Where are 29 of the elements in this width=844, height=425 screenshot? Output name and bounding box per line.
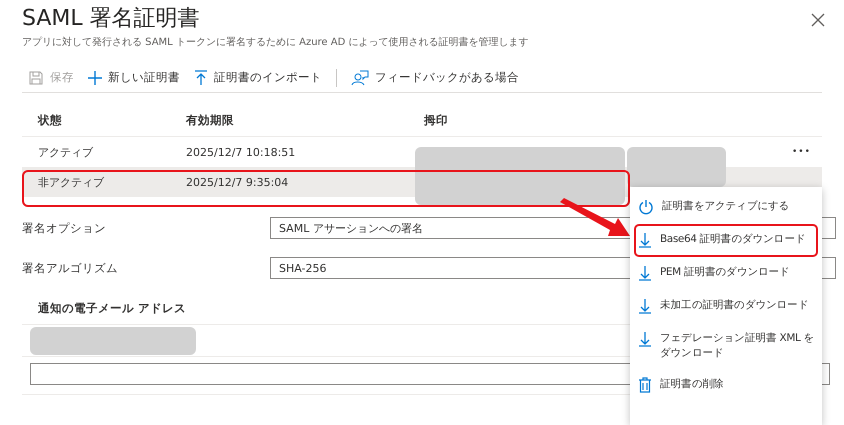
toolbar-button[interactable]: 証明書のインポート <box>194 70 322 86</box>
status-cell-text: 非アクティブ <box>38 174 106 190</box>
feedback-icon <box>351 70 369 86</box>
expiry-cell-text: 2025/12/7 10:18:51 <box>186 146 296 158</box>
download-icon <box>638 331 652 347</box>
toolbar-button[interactable]: フィードバックがある場合 <box>351 70 519 86</box>
menu-item[interactable]: フェデレーション証明書 XML をダウンロード <box>634 323 818 369</box>
trash-icon <box>638 377 652 393</box>
page-subtitle: アプリに対して発行される SAML トークンに署名するために Azure AD によって使用される証明書を管理します <box>22 36 530 49</box>
column-header: 有効期限 <box>186 113 235 128</box>
plus-icon <box>88 70 102 84</box>
menu-item[interactable]: 証明書の削除 <box>634 369 818 402</box>
table-row[interactable]: アクティブ 2025/12/7 10:18:51 ••• <box>22 137 822 167</box>
more-button[interactable]: ••• <box>792 147 822 157</box>
field-label: 署名アルゴリズム <box>22 260 119 276</box>
download-icon <box>638 265 652 281</box>
column-header: 状態 <box>38 113 63 128</box>
page-title: SAML 署名証明書 <box>22 5 200 33</box>
field-label: 署名オプション <box>22 220 107 236</box>
power-icon <box>638 199 654 215</box>
expiry-cell-text: 2025/12/7 9:35:04 <box>186 176 290 188</box>
toolbar-button[interactable]: 新しい証明書 <box>88 70 180 85</box>
status-cell-text: アクティブ <box>38 144 94 160</box>
column-header: 拇印 <box>424 113 449 128</box>
save-icon <box>28 70 44 86</box>
menu-item[interactable]: Base64 証明書のダウンロード <box>634 224 818 257</box>
download-icon <box>638 298 652 314</box>
upload-icon <box>194 70 208 86</box>
download-icon <box>638 232 652 248</box>
